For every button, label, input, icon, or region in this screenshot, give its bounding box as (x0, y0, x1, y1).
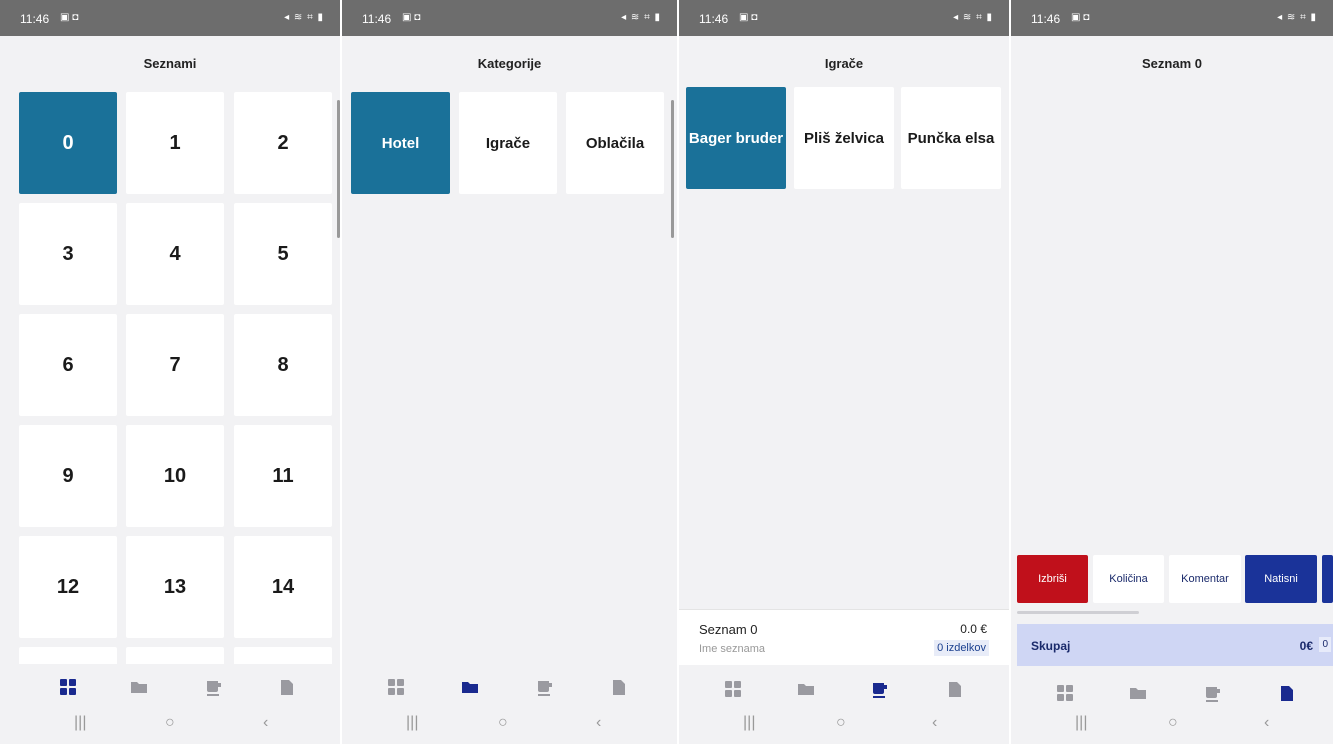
status-icons: ◂ ≋ ⌗ ▮ (953, 12, 993, 23)
list-tile-14[interactable]: 14 (234, 536, 332, 638)
list-price: 0.0 € (960, 622, 987, 636)
home-button[interactable]: ○ (836, 714, 846, 732)
category-tile-oblacila[interactable]: Oblačila (566, 92, 664, 194)
list-name-placeholder[interactable]: Ime seznama (699, 643, 765, 655)
document-icon[interactable] (608, 676, 630, 698)
screen-igrace: 11:46 ▣ ◘ ◂ ≋ ⌗ ▮ Igrače Bager bruder Pl… (679, 0, 1009, 744)
status-time: 11:46 (362, 12, 392, 26)
back-button[interactable]: ‹ (596, 714, 601, 732)
total-label: Skupaj (1031, 639, 1071, 653)
status-icons: ◂ ≋ ⌗ ▮ (284, 12, 324, 23)
product-tile-puncka-elsa[interactable]: Punčka elsa (901, 87, 1001, 189)
document-icon[interactable] (944, 678, 966, 700)
cup-icon[interactable] (1202, 682, 1224, 704)
status-icons: ◂ ≋ ⌗ ▮ (1277, 12, 1317, 23)
status-bar: 11:46 ▣ ◘ ◂ ≋ ⌗ ▮ (342, 0, 677, 36)
home-button[interactable]: ○ (1168, 714, 1178, 732)
drag-handle[interactable] (1017, 611, 1139, 614)
category-tile-igrace[interactable]: Igrače (459, 92, 557, 194)
list-tile-0[interactable]: 0 (19, 92, 117, 194)
page-title: Seznam 0 (1142, 56, 1202, 71)
recent-apps-button[interactable]: ||| (1075, 714, 1087, 732)
system-nav: ||| ○ ‹ (342, 706, 677, 744)
list-summary[interactable]: Seznam 0 Ime seznama 0.0 € 0 izdelkov (679, 609, 1009, 665)
list-tile-7[interactable]: 7 (126, 314, 224, 416)
folder-icon[interactable] (459, 676, 481, 698)
item-count-badge: 0 izdelkov (934, 640, 989, 656)
bottom-nav (342, 664, 677, 710)
bottom-nav (0, 664, 340, 710)
grid-icon[interactable] (722, 678, 744, 700)
list-tile-8[interactable]: 8 (234, 314, 332, 416)
document-icon[interactable] (276, 676, 298, 698)
list-tile-6[interactable]: 6 (19, 314, 117, 416)
system-nav: ||| ○ ‹ (679, 706, 1009, 744)
total-count-badge: 0 (1319, 637, 1331, 652)
status-bar: 11:46 ▣ ◘ ◂ ≋ ⌗ ▮ (679, 0, 1009, 36)
grid-icon[interactable] (385, 676, 407, 698)
list-tile-12[interactable]: 12 (19, 536, 117, 638)
document-icon[interactable] (1276, 682, 1298, 704)
back-button[interactable]: ‹ (263, 714, 268, 732)
status-time: 11:46 (20, 12, 50, 26)
scrollbar[interactable] (671, 100, 674, 238)
recent-apps-button[interactable]: ||| (743, 714, 755, 732)
screen-kategorije: 11:46 ▣ ◘ ◂ ≋ ⌗ ▮ Kategorije Hotel Igrač… (342, 0, 677, 744)
status-time: 11:46 (699, 12, 729, 26)
cup-icon[interactable] (534, 676, 556, 698)
page-title: Kategorije (477, 56, 542, 71)
delete-button[interactable]: Izbriši (1017, 555, 1088, 603)
quantity-button[interactable]: Količina (1093, 555, 1164, 603)
page-title: Igrače (824, 56, 864, 71)
status-time: 11:46 (1031, 12, 1061, 26)
list-tile-11[interactable]: 11 (234, 425, 332, 527)
list-tile-4[interactable]: 4 (126, 203, 224, 305)
system-nav: ||| ○ ‹ (0, 706, 340, 744)
status-bar: 11:46 ▣ ◘ ◂ ≋ ⌗ ▮ (1011, 0, 1333, 36)
back-button[interactable]: ‹ (932, 714, 937, 732)
list-tile-13[interactable]: 13 (126, 536, 224, 638)
cup-icon[interactable] (203, 676, 225, 698)
folder-icon[interactable] (1127, 682, 1149, 704)
scrollbar[interactable] (337, 100, 340, 238)
system-nav: ||| ○ ‹ (1011, 706, 1333, 744)
recent-apps-button[interactable]: ||| (406, 714, 418, 732)
screen-seznami: 11:46 ▣ ◘ ◂ ≋ ⌗ ▮ Seznami 0 1 2 3 4 5 6 … (0, 0, 340, 744)
recent-apps-button[interactable]: ||| (74, 714, 86, 732)
list-tile-5[interactable]: 5 (234, 203, 332, 305)
folder-icon[interactable] (128, 676, 150, 698)
status-bar: 11:46 ▣ ◘ ◂ ≋ ⌗ ▮ (0, 0, 340, 36)
total-bar[interactable]: Skupaj 0€ 0 (1017, 624, 1333, 666)
home-button[interactable]: ○ (165, 714, 175, 732)
notification-icons: ▣ ◘ (60, 12, 79, 23)
list-tile-3[interactable]: 3 (19, 203, 117, 305)
home-button[interactable]: ○ (498, 714, 508, 732)
list-tile-9[interactable]: 9 (19, 425, 117, 527)
folder-icon[interactable] (795, 678, 817, 700)
more-actions-button[interactable] (1322, 555, 1333, 603)
back-button[interactable]: ‹ (1264, 714, 1269, 732)
comment-button[interactable]: Komentar (1169, 555, 1241, 603)
status-icons: ◂ ≋ ⌗ ▮ (621, 12, 661, 23)
product-tile-plis-zelvica[interactable]: Pliš želvica (794, 87, 894, 189)
notification-icons: ▣ ◘ (402, 12, 421, 23)
product-tile-bager-bruder[interactable]: Bager bruder (686, 87, 786, 189)
grid-icon[interactable] (1054, 682, 1076, 704)
grid-icon[interactable] (57, 676, 79, 698)
list-name: Seznam 0 (699, 622, 758, 637)
list-tile-10[interactable]: 10 (126, 425, 224, 527)
page-title: Seznami (143, 56, 197, 71)
notification-icons: ▣ ◘ (1071, 12, 1090, 23)
print-button[interactable]: Natisni (1245, 555, 1317, 603)
cup-icon[interactable] (869, 678, 891, 700)
notification-icons: ▣ ◘ (739, 12, 758, 23)
total-amount: 0€ (1299, 639, 1313, 653)
list-tile-1[interactable]: 1 (126, 92, 224, 194)
list-tile-2[interactable]: 2 (234, 92, 332, 194)
screen-seznam-detail: 11:46 ▣ ◘ ◂ ≋ ⌗ ▮ Seznam 0 Izbriši Količ… (1011, 0, 1333, 744)
category-tile-hotel[interactable]: Hotel (351, 92, 450, 194)
